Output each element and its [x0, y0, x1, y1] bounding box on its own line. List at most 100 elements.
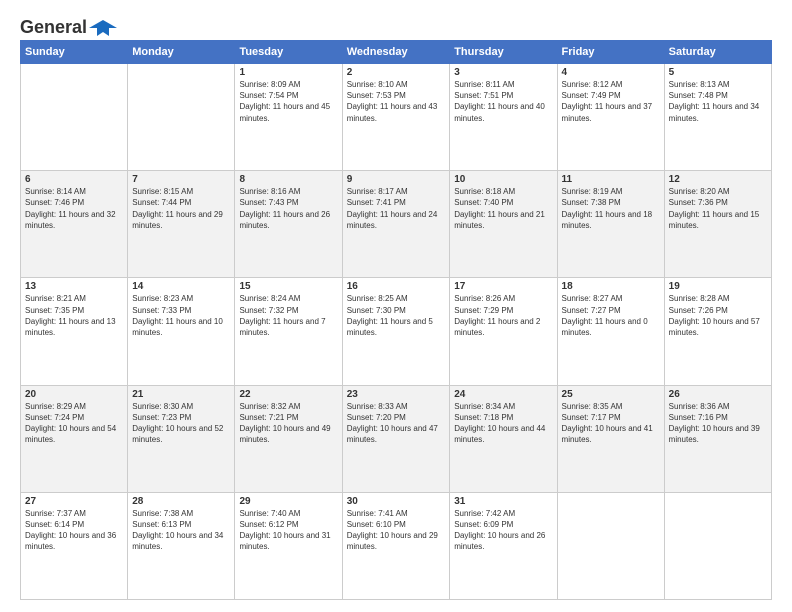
- day-info: Sunrise: 8:27 AM Sunset: 7:27 PM Dayligh…: [562, 293, 660, 338]
- day-info: Sunrise: 8:11 AM Sunset: 7:51 PM Dayligh…: [454, 79, 552, 124]
- day-number: 8: [239, 174, 337, 185]
- day-number: 7: [132, 174, 230, 185]
- day-info: Sunrise: 8:24 AM Sunset: 7:32 PM Dayligh…: [239, 293, 337, 338]
- day-info: Sunrise: 8:16 AM Sunset: 7:43 PM Dayligh…: [239, 186, 337, 231]
- calendar-cell: [557, 492, 664, 599]
- calendar-cell: 11Sunrise: 8:19 AM Sunset: 7:38 PM Dayli…: [557, 171, 664, 278]
- calendar-week-row: 27Sunrise: 7:37 AM Sunset: 6:14 PM Dayli…: [21, 492, 772, 599]
- day-number: 10: [454, 174, 552, 185]
- calendar-cell: 25Sunrise: 8:35 AM Sunset: 7:17 PM Dayli…: [557, 385, 664, 492]
- day-info: Sunrise: 8:21 AM Sunset: 7:35 PM Dayligh…: [25, 293, 123, 338]
- day-info: Sunrise: 8:29 AM Sunset: 7:24 PM Dayligh…: [25, 401, 123, 446]
- day-number: 24: [454, 389, 552, 400]
- logo-bird-icon: [89, 18, 117, 38]
- calendar-week-row: 13Sunrise: 8:21 AM Sunset: 7:35 PM Dayli…: [21, 278, 772, 385]
- day-info: Sunrise: 8:09 AM Sunset: 7:54 PM Dayligh…: [239, 79, 337, 124]
- calendar-cell: 20Sunrise: 8:29 AM Sunset: 7:24 PM Dayli…: [21, 385, 128, 492]
- day-number: 26: [669, 389, 767, 400]
- day-number: 19: [669, 281, 767, 292]
- calendar-cell: 30Sunrise: 7:41 AM Sunset: 6:10 PM Dayli…: [342, 492, 449, 599]
- day-number: 14: [132, 281, 230, 292]
- day-info: Sunrise: 7:38 AM Sunset: 6:13 PM Dayligh…: [132, 508, 230, 553]
- logo-text: General: [20, 18, 87, 38]
- day-number: 15: [239, 281, 337, 292]
- day-number: 29: [239, 496, 337, 507]
- calendar-cell: 28Sunrise: 7:38 AM Sunset: 6:13 PM Dayli…: [128, 492, 235, 599]
- day-number: 30: [347, 496, 445, 507]
- day-info: Sunrise: 8:18 AM Sunset: 7:40 PM Dayligh…: [454, 186, 552, 231]
- day-number: 20: [25, 389, 123, 400]
- day-number: 17: [454, 281, 552, 292]
- page: General SundayMondayTuesdayWednesdayThur…: [0, 0, 792, 612]
- day-info: Sunrise: 8:35 AM Sunset: 7:17 PM Dayligh…: [562, 401, 660, 446]
- day-info: Sunrise: 8:12 AM Sunset: 7:49 PM Dayligh…: [562, 79, 660, 124]
- weekday-header-thursday: Thursday: [450, 41, 557, 64]
- weekday-header-saturday: Saturday: [664, 41, 771, 64]
- day-info: Sunrise: 8:36 AM Sunset: 7:16 PM Dayligh…: [669, 401, 767, 446]
- calendar-week-row: 20Sunrise: 8:29 AM Sunset: 7:24 PM Dayli…: [21, 385, 772, 492]
- calendar-cell: 27Sunrise: 7:37 AM Sunset: 6:14 PM Dayli…: [21, 492, 128, 599]
- calendar-cell: 3Sunrise: 8:11 AM Sunset: 7:51 PM Daylig…: [450, 64, 557, 171]
- calendar-cell: 21Sunrise: 8:30 AM Sunset: 7:23 PM Dayli…: [128, 385, 235, 492]
- day-info: Sunrise: 8:20 AM Sunset: 7:36 PM Dayligh…: [669, 186, 767, 231]
- calendar-cell: 9Sunrise: 8:17 AM Sunset: 7:41 PM Daylig…: [342, 171, 449, 278]
- calendar-cell: 14Sunrise: 8:23 AM Sunset: 7:33 PM Dayli…: [128, 278, 235, 385]
- calendar-cell: [21, 64, 128, 171]
- day-info: Sunrise: 7:42 AM Sunset: 6:09 PM Dayligh…: [454, 508, 552, 553]
- calendar-cell: [128, 64, 235, 171]
- calendar-cell: 13Sunrise: 8:21 AM Sunset: 7:35 PM Dayli…: [21, 278, 128, 385]
- day-number: 23: [347, 389, 445, 400]
- day-number: 16: [347, 281, 445, 292]
- calendar-cell: 18Sunrise: 8:27 AM Sunset: 7:27 PM Dayli…: [557, 278, 664, 385]
- calendar-cell: 7Sunrise: 8:15 AM Sunset: 7:44 PM Daylig…: [128, 171, 235, 278]
- calendar-cell: 1Sunrise: 8:09 AM Sunset: 7:54 PM Daylig…: [235, 64, 342, 171]
- calendar-cell: 4Sunrise: 8:12 AM Sunset: 7:49 PM Daylig…: [557, 64, 664, 171]
- weekday-header-monday: Monday: [128, 41, 235, 64]
- weekday-header-tuesday: Tuesday: [235, 41, 342, 64]
- logo: General: [20, 18, 117, 34]
- calendar-table: SundayMondayTuesdayWednesdayThursdayFrid…: [20, 40, 772, 600]
- day-info: Sunrise: 8:30 AM Sunset: 7:23 PM Dayligh…: [132, 401, 230, 446]
- day-number: 2: [347, 67, 445, 78]
- day-info: Sunrise: 8:13 AM Sunset: 7:48 PM Dayligh…: [669, 79, 767, 124]
- header: General: [20, 18, 772, 34]
- calendar-cell: 31Sunrise: 7:42 AM Sunset: 6:09 PM Dayli…: [450, 492, 557, 599]
- day-info: Sunrise: 8:10 AM Sunset: 7:53 PM Dayligh…: [347, 79, 445, 124]
- calendar-week-row: 6Sunrise: 8:14 AM Sunset: 7:46 PM Daylig…: [21, 171, 772, 278]
- calendar-cell: 2Sunrise: 8:10 AM Sunset: 7:53 PM Daylig…: [342, 64, 449, 171]
- calendar-cell: 5Sunrise: 8:13 AM Sunset: 7:48 PM Daylig…: [664, 64, 771, 171]
- day-info: Sunrise: 7:40 AM Sunset: 6:12 PM Dayligh…: [239, 508, 337, 553]
- day-number: 25: [562, 389, 660, 400]
- day-number: 21: [132, 389, 230, 400]
- calendar-week-row: 1Sunrise: 8:09 AM Sunset: 7:54 PM Daylig…: [21, 64, 772, 171]
- calendar-cell: 6Sunrise: 8:14 AM Sunset: 7:46 PM Daylig…: [21, 171, 128, 278]
- day-info: Sunrise: 8:26 AM Sunset: 7:29 PM Dayligh…: [454, 293, 552, 338]
- calendar-cell: 8Sunrise: 8:16 AM Sunset: 7:43 PM Daylig…: [235, 171, 342, 278]
- calendar-cell: 10Sunrise: 8:18 AM Sunset: 7:40 PM Dayli…: [450, 171, 557, 278]
- day-number: 18: [562, 281, 660, 292]
- day-number: 13: [25, 281, 123, 292]
- calendar-cell: 19Sunrise: 8:28 AM Sunset: 7:26 PM Dayli…: [664, 278, 771, 385]
- day-number: 31: [454, 496, 552, 507]
- day-info: Sunrise: 8:14 AM Sunset: 7:46 PM Dayligh…: [25, 186, 123, 231]
- day-info: Sunrise: 8:33 AM Sunset: 7:20 PM Dayligh…: [347, 401, 445, 446]
- calendar-cell: 26Sunrise: 8:36 AM Sunset: 7:16 PM Dayli…: [664, 385, 771, 492]
- calendar-cell: 29Sunrise: 7:40 AM Sunset: 6:12 PM Dayli…: [235, 492, 342, 599]
- day-info: Sunrise: 7:37 AM Sunset: 6:14 PM Dayligh…: [25, 508, 123, 553]
- day-info: Sunrise: 8:17 AM Sunset: 7:41 PM Dayligh…: [347, 186, 445, 231]
- calendar-cell: 15Sunrise: 8:24 AM Sunset: 7:32 PM Dayli…: [235, 278, 342, 385]
- calendar-cell: 17Sunrise: 8:26 AM Sunset: 7:29 PM Dayli…: [450, 278, 557, 385]
- day-info: Sunrise: 8:34 AM Sunset: 7:18 PM Dayligh…: [454, 401, 552, 446]
- calendar-cell: 12Sunrise: 8:20 AM Sunset: 7:36 PM Dayli…: [664, 171, 771, 278]
- day-number: 9: [347, 174, 445, 185]
- calendar-cell: 22Sunrise: 8:32 AM Sunset: 7:21 PM Dayli…: [235, 385, 342, 492]
- day-number: 28: [132, 496, 230, 507]
- day-number: 22: [239, 389, 337, 400]
- day-info: Sunrise: 8:28 AM Sunset: 7:26 PM Dayligh…: [669, 293, 767, 338]
- calendar-cell: 24Sunrise: 8:34 AM Sunset: 7:18 PM Dayli…: [450, 385, 557, 492]
- day-number: 11: [562, 174, 660, 185]
- calendar-cell: [664, 492, 771, 599]
- day-number: 12: [669, 174, 767, 185]
- weekday-header-sunday: Sunday: [21, 41, 128, 64]
- day-info: Sunrise: 8:23 AM Sunset: 7:33 PM Dayligh…: [132, 293, 230, 338]
